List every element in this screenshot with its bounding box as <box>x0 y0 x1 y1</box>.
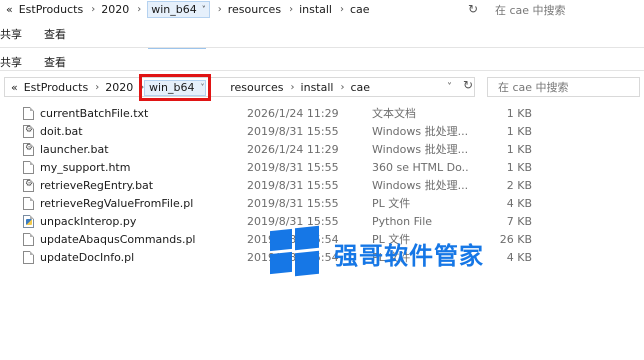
refresh-icon[interactable]: ↻ <box>463 78 473 92</box>
file-date: 2026/1/24 11:29 <box>247 142 339 156</box>
ghost-chevron-right-icon: › <box>217 4 222 15</box>
file-type: Windows 批处理... <box>372 125 468 138</box>
file-type: 360 se HTML Do... <box>372 160 468 174</box>
file-row[interactable]: retrieveRegEntry.bat 2019/8/31 15:55 Win… <box>0 176 644 194</box>
ghost-ribbon-view: 查看 <box>44 28 66 41</box>
file-size: 7 KB <box>506 214 532 228</box>
ghost-header: « EstProducts › 2020 › win_b64 ˅ › resour… <box>0 0 644 70</box>
tab-share[interactable]: 共享 <box>0 56 22 69</box>
ghost-chevron-right-icon: › <box>137 4 142 15</box>
file-row[interactable]: launcher.bat 2026/1/24 11:29 Windows 批处理… <box>0 140 644 158</box>
highlight-box: win_b64 ˅ <box>139 74 211 101</box>
file-date: 2019/8/31 15:55 <box>247 124 339 138</box>
text-file-icon <box>23 107 34 120</box>
ghost-breadcrumb-install: install <box>299 3 332 16</box>
ghost-breadcrumb-estproducts: EstProducts <box>18 3 84 16</box>
ghost-address-bar: « EstProducts › 2020 › win_b64 ˅ › resour… <box>0 0 478 19</box>
file-row[interactable]: currentBatchFile.txt 2026/1/24 11:29 文本文… <box>0 104 644 122</box>
chevron-down-icon[interactable]: ˅ <box>447 82 452 93</box>
file-size: 1 KB <box>506 124 532 138</box>
file-name: retrieveRegValueFromFile.pl <box>40 196 194 210</box>
pl-file-icon <box>23 197 34 210</box>
address-bar-row: « EstProducts › 2020 › resources › insta… <box>0 73 644 101</box>
file-name: my_support.htm <box>40 160 131 174</box>
file-name: launcher.bat <box>40 142 109 156</box>
ghost-chevron-right-icon: › <box>91 4 96 15</box>
address-bar[interactable]: « EstProducts › 2020 › resources › insta… <box>4 77 475 97</box>
file-size: 1 KB <box>506 160 532 174</box>
windows-logo-icon <box>268 225 320 278</box>
file-name: doit.bat <box>40 124 83 138</box>
file-size: 2 KB <box>506 178 532 192</box>
file-type: Windows 批处理... <box>372 143 468 156</box>
divider <box>0 47 644 48</box>
search-input[interactable]: 在 cae 中搜索 <box>487 77 640 97</box>
ghost-breadcrumb-cae: cae <box>350 3 370 16</box>
ghost-breadcrumb-2020: 2020 <box>101 3 130 16</box>
ghost-chevron-right-icon: › <box>289 4 294 15</box>
file-name: updateDocInfo.pl <box>40 250 135 264</box>
pl-file-icon <box>23 251 34 264</box>
file-name: retrieveRegEntry.bat <box>40 178 154 192</box>
ghost-chevron-right-icon: › <box>340 4 344 15</box>
ghost-search-box: 在 cae 中搜索 <box>495 3 566 17</box>
breadcrumb-install[interactable]: install <box>301 81 334 94</box>
file-type: Windows 批处理... <box>372 179 468 192</box>
breadcrumb-estproducts[interactable]: EstProducts <box>24 81 89 94</box>
watermark: 强哥软件管家 <box>268 225 508 278</box>
file-date: 2019/8/31 15:55 <box>247 196 339 210</box>
ghost-ribbon-row: 共享 查看 <box>0 26 88 42</box>
file-name: updateAbaqusCommands.pl <box>40 232 196 246</box>
batch-file-icon <box>23 125 34 138</box>
batch-file-icon <box>23 143 34 156</box>
file-type: 文本文档 <box>372 107 416 120</box>
file-name: unpackInterop.py <box>40 214 137 228</box>
ghost-refresh-icon: ↻ <box>468 2 479 16</box>
ribbon-tabs: 共享 查看 <box>0 54 88 70</box>
batch-file-icon <box>23 179 34 192</box>
breadcrumb-resources[interactable]: resources <box>230 81 283 94</box>
chevron-right-icon[interactable]: › <box>291 82 295 93</box>
ghost-ribbon-share: 共享 <box>0 28 22 41</box>
watermark-text: 强哥软件管家 <box>334 242 484 270</box>
chevron-right-icon[interactable]: › <box>95 82 99 93</box>
file-row[interactable]: doit.bat 2019/8/31 15:55 Windows 批处理... … <box>0 122 644 140</box>
html-file-icon <box>23 161 34 174</box>
file-date: 2019/8/31 15:55 <box>247 178 339 192</box>
file-type: PL 文件 <box>372 197 411 210</box>
file-size: 1 KB <box>506 142 532 156</box>
file-size: 4 KB <box>506 196 532 210</box>
pl-file-icon <box>23 233 34 246</box>
file-row[interactable]: retrieveRegValueFromFile.pl 2019/8/31 15… <box>0 194 644 212</box>
chevron-right-icon[interactable]: › <box>340 82 344 93</box>
ghost-nav-back-icon: « <box>6 3 13 16</box>
chevron-down-icon[interactable]: ˅ <box>201 83 205 92</box>
divider <box>0 70 644 71</box>
breadcrumb-cae[interactable]: cae <box>350 81 370 94</box>
nav-back-icon[interactable]: « <box>11 81 18 94</box>
ghost-breadcrumb-resources: resources <box>227 3 282 16</box>
file-date: 2026/1/24 11:29 <box>247 106 339 120</box>
ghost-breadcrumb-current: win_b64 ˅ <box>147 1 210 18</box>
tab-view[interactable]: 查看 <box>44 56 66 69</box>
breadcrumb-current-label: win_b64 <box>149 81 195 94</box>
breadcrumb-win-b64[interactable]: win_b64 ˅ <box>144 79 206 96</box>
python-file-icon <box>23 215 34 228</box>
file-date: 2019/8/31 15:55 <box>247 160 339 174</box>
file-size: 4 KB <box>506 250 532 264</box>
breadcrumb-2020[interactable]: 2020 <box>105 81 133 94</box>
file-row[interactable]: my_support.htm 2019/8/31 15:55 360 se HT… <box>0 158 644 176</box>
file-size: 1 KB <box>506 106 532 120</box>
file-name: currentBatchFile.txt <box>40 106 149 120</box>
